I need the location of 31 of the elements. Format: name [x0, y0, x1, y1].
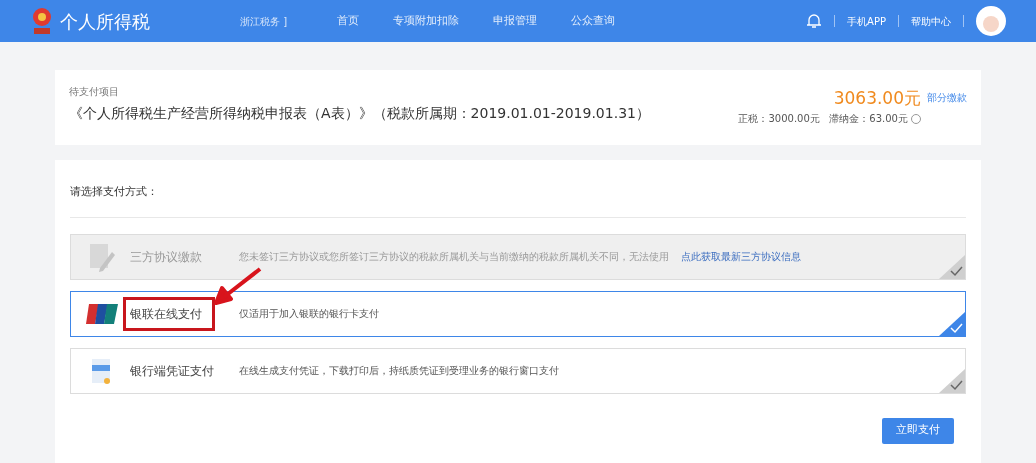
check-corner-icon — [939, 311, 965, 336]
amount: 3063.00元 — [833, 90, 921, 107]
payment-option[interactable]: 银联在线支付 仅适用于加入银联的银行卡支付 — [70, 290, 966, 337]
header-link[interactable]: 手机APP — [847, 13, 886, 29]
payment-option[interactable]: 银行端凭证支付 在线生成支付凭证，下载打印后，持纸质凭证到受理业务的银行窗口支付 — [70, 347, 966, 394]
partial-payment-link[interactable]: 部分缴款 — [927, 90, 967, 105]
option-name: 三方协议缴款 — [129, 248, 203, 266]
document-pen-icon — [88, 241, 116, 272]
option-name: 银联在线支付 — [123, 296, 215, 331]
emblem-icon — [30, 6, 54, 36]
site-title: 个人所得税 — [60, 9, 150, 34]
card-icon — [86, 302, 118, 325]
region-label: 浙江税务 ] — [240, 14, 288, 29]
bell-icon[interactable] — [806, 12, 823, 30]
caption: 待支付项目 — [69, 85, 120, 99]
option-description: 仅适用于加入银联的银行卡支付 — [239, 307, 379, 321]
option-description: 在线生成支付凭证，下载打印后，持纸质凭证到受理业务的银行窗口支付 — [239, 364, 559, 378]
option-description: 您未签订三方协议或您所签订三方协议的税款所属机关与当前缴纳的税款所属机关不同，无法使用 — [239, 250, 669, 264]
check-corner-icon — [939, 368, 965, 393]
nav-link[interactable]: 申报管理 — [493, 12, 538, 30]
avatar[interactable] — [976, 6, 1006, 36]
option-name: 银行端凭证支付 — [129, 362, 215, 380]
section-heading: 请选择支付方式： — [70, 184, 159, 200]
nav-link[interactable]: 首页 — [337, 12, 360, 30]
nav-link[interactable]: 公众查询 — [571, 12, 616, 30]
check-corner-icon — [939, 254, 965, 279]
amount-detail: 正税：3000.00元 滞纳金：63.00元 — [738, 112, 908, 126]
nav-link[interactable]: 专项附加扣除 — [393, 12, 460, 30]
item-title: 《个人所得税生产经营所得纳税申报表（A表）》（税款所属期：2019.01.01-2019.01.31） — [69, 104, 650, 123]
header-link[interactable]: 帮助中心 — [911, 13, 951, 29]
pay-now-button[interactable]: 立即支付 — [882, 417, 954, 444]
